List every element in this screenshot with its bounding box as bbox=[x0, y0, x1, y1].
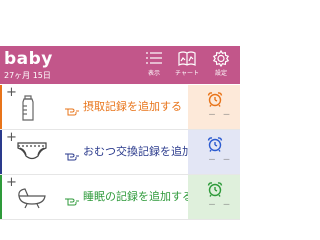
pointing-hand-icon bbox=[64, 146, 80, 165]
alarm-clock-icon bbox=[207, 91, 223, 111]
display-button[interactable]: 表示 bbox=[137, 49, 171, 82]
bassinet-icon bbox=[16, 184, 48, 214]
last-record-value: － － bbox=[208, 110, 233, 119]
display-button-label: 表示 bbox=[147, 70, 160, 77]
add-record-label: 摂取記録を追加する bbox=[83, 100, 182, 113]
alarm-clock-icon bbox=[207, 181, 223, 201]
add-record-label: 睡眠の記録を追加する bbox=[83, 190, 193, 203]
gear-icon bbox=[212, 50, 230, 67]
row-accent bbox=[0, 130, 2, 174]
chart-button[interactable]: チャート bbox=[170, 49, 204, 82]
chart-button-label: チャート bbox=[175, 70, 199, 77]
diaper-icon bbox=[16, 139, 48, 169]
status-bar-area bbox=[0, 0, 240, 46]
last-record-value: － － bbox=[208, 155, 233, 164]
app-header: baby 27ヶ月 15日 表示 チャート 設定 bbox=[0, 46, 240, 84]
record-row[interactable]: + 摂取記録を追加する－ － bbox=[0, 85, 240, 130]
settings-button[interactable]: 設定 bbox=[204, 49, 238, 82]
last-record-panel[interactable]: － － bbox=[188, 85, 240, 129]
alarm-clock-icon bbox=[207, 136, 223, 156]
book-chart-icon bbox=[178, 51, 196, 66]
last-record-panel[interactable]: － － bbox=[188, 175, 240, 219]
last-record-value: － － bbox=[208, 200, 233, 209]
baby-age: 27ヶ月 15日 bbox=[4, 71, 51, 80]
baby-name: baby bbox=[4, 49, 53, 69]
bottle-icon bbox=[16, 94, 40, 126]
list-icon bbox=[146, 52, 162, 64]
pointing-hand-icon bbox=[64, 191, 80, 210]
row-accent bbox=[0, 175, 2, 219]
pointing-hand-icon bbox=[64, 101, 80, 120]
settings-button-label: 設定 bbox=[214, 70, 227, 77]
last-record-panel[interactable]: － － bbox=[188, 130, 240, 174]
row-accent bbox=[0, 85, 2, 129]
record-row[interactable]: + 睡眠の記録を追加する－ － bbox=[0, 175, 240, 220]
record-row[interactable]: + おむつ交換記録を追加する－ － bbox=[0, 130, 240, 175]
